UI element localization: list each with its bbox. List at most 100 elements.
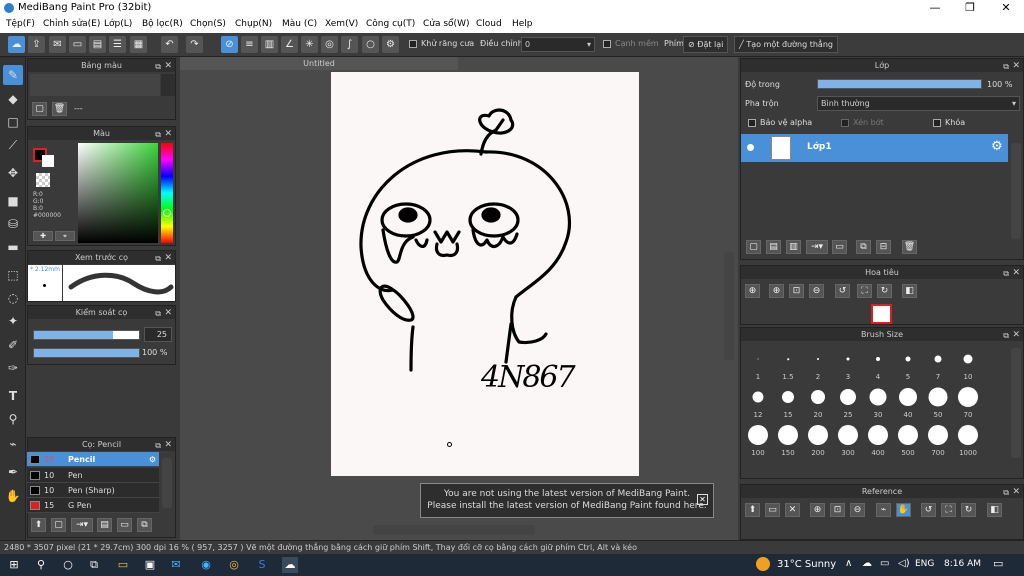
close-icon[interactable]: ✕ [1012, 329, 1020, 342]
file-explorer-icon[interactable]: ▭ [115, 557, 131, 573]
duplicate-icon[interactable]: ⧉ [137, 518, 152, 532]
grid-snap-icon[interactable]: ▥ [261, 36, 278, 53]
menu-window[interactable]: Cửa sổ(W) [423, 19, 469, 29]
flip-icon[interactable]: ◧ [987, 503, 1002, 517]
open-reference-icon[interactable]: ▭ [765, 503, 780, 517]
popout-icon[interactable]: ⧉ [155, 439, 161, 452]
close-icon[interactable]: ✕ [164, 252, 172, 265]
duplicate-layer-icon[interactable]: ⧉ [856, 240, 871, 254]
close-icon[interactable]: ✕ [1012, 267, 1020, 280]
brush-size-option[interactable]: 40 [893, 383, 923, 419]
document-tab[interactable]: Untitled [180, 57, 458, 70]
menu-edit[interactable]: Chỉnh sửa(E) [43, 19, 100, 29]
eyedropper-tool-icon[interactable]: ⌁ [3, 434, 23, 454]
color-tool-icon[interactable]: ⌖ [55, 231, 75, 241]
edge-icon[interactable]: ◉ [198, 557, 214, 573]
minimize-button[interactable]: — [918, 0, 952, 17]
add-brush-icon[interactable]: ⬆ [31, 518, 46, 532]
transparent-color-swatch[interactable] [36, 173, 50, 187]
fill-rect-tool-icon[interactable]: ■ [3, 191, 23, 211]
add-color-icon[interactable]: ✚ [33, 231, 53, 241]
gradient-tool-icon[interactable]: ▬ [3, 237, 23, 257]
new-halftone-layer-icon[interactable]: ▤ [766, 240, 781, 254]
cloud-icon[interactable]: ☁ [8, 36, 25, 53]
brush-size-option[interactable]: 20 [803, 383, 833, 419]
brush-tool-icon[interactable]: ✎ [3, 65, 23, 85]
redo-icon[interactable]: ↷ [186, 36, 203, 53]
popout-icon[interactable]: ⧉ [155, 128, 161, 141]
search-icon[interactable]: ⚲ [33, 557, 49, 573]
delete-palette-icon[interactable]: 🗑 [52, 102, 67, 116]
brush-size-option[interactable]: 3 [833, 345, 863, 381]
close-icon[interactable]: ✕ [164, 439, 172, 452]
menu-file[interactable]: Tệp(F) [6, 19, 35, 29]
cortana-icon[interactable]: ○ [60, 557, 76, 573]
hue-handle[interactable] [163, 209, 171, 217]
hue-slider[interactable] [161, 143, 173, 243]
document-icon[interactable]: ▤ [89, 36, 106, 53]
brush-size-option[interactable]: 70 [953, 383, 983, 419]
select-pen-tool-icon[interactable]: ✐ [3, 335, 23, 355]
brush-size-option[interactable]: 150 [773, 421, 803, 457]
brush-size-input[interactable]: 25 [144, 327, 172, 342]
zoom-out-icon[interactable]: ⊖ [809, 284, 824, 298]
gear-icon[interactable]: ⚙ [991, 139, 1003, 154]
brush-item-g-pen[interactable]: 15 G Pen [27, 498, 159, 513]
brush-size-scrollbar[interactable] [1011, 348, 1021, 458]
brush-size-option[interactable]: 1.5 [773, 345, 803, 381]
lock-checkbox[interactable] [933, 119, 941, 127]
undo-icon[interactable]: ↶ [161, 36, 178, 53]
line-tool-icon[interactable]: ⟋ [3, 135, 23, 155]
language-indicator[interactable]: ENG [915, 559, 934, 569]
zoom-out-icon[interactable]: ⊖ [850, 503, 865, 517]
clipping-checkbox[interactable] [841, 119, 849, 127]
merge-layer-icon[interactable]: ⊟ [876, 240, 891, 254]
brush-size-option[interactable]: 15 [773, 383, 803, 419]
straight-line-button[interactable]: ╱ Tạo một đường thẳng [734, 36, 838, 53]
brush-opacity-slider[interactable] [33, 348, 140, 358]
select-tool-icon[interactable]: ⬚ [3, 265, 23, 285]
palette-item[interactable]: --- [74, 104, 83, 113]
weather-text[interactable]: 31°C Sunny [777, 559, 836, 570]
windows-start-icon[interactable]: ⊞ [6, 557, 22, 573]
rotate-right-icon[interactable]: ↻ [961, 503, 976, 517]
blend-select[interactable]: Bình thường ▾ [817, 96, 1020, 111]
volume-icon[interactable]: ◁) [898, 558, 910, 569]
soft-edge-checkbox[interactable] [603, 40, 611, 48]
close-button[interactable]: ✕ [989, 0, 1023, 17]
palette-swatches[interactable] [30, 74, 160, 96]
brush-size-option[interactable]: 7 [923, 345, 953, 381]
menu-help[interactable]: Help [512, 19, 533, 29]
close-icon[interactable]: ✕ [1012, 60, 1020, 73]
network-icon[interactable]: ▭ [880, 558, 889, 569]
brush-size-option[interactable]: 1 [743, 345, 773, 381]
layer-scrollbar[interactable] [1011, 143, 1021, 239]
protect-alpha-checkbox[interactable] [748, 119, 756, 127]
close-icon[interactable]: ✕ [1012, 486, 1020, 499]
popout-icon[interactable]: ⧉ [155, 60, 161, 73]
new-layer-icon[interactable]: ▢ [746, 240, 761, 254]
parallel-snap-icon[interactable]: ≡ [241, 36, 258, 53]
rotate-left-icon[interactable]: ↺ [921, 503, 936, 517]
bucket-tool-icon[interactable]: ⛁ [3, 214, 23, 234]
task-view-icon[interactable]: ⧉ [86, 557, 102, 573]
medibang-taskbar-icon[interactable]: ☁ [282, 557, 298, 573]
brush-size-option[interactable]: 1000 [953, 421, 983, 457]
secondary-color-swatch[interactable] [42, 155, 54, 167]
brush-item-pen[interactable]: 10 Pen [27, 468, 159, 483]
saturation-value-picker[interactable] [78, 143, 158, 243]
new-8bit-layer-icon[interactable]: ▥ [786, 240, 801, 254]
layer-row[interactable]: Lớp1 ⚙ [741, 134, 1008, 162]
new-brush-icon[interactable]: ▢ [51, 518, 66, 532]
popout-icon[interactable]: ⧉ [1003, 60, 1009, 73]
layer-menu-icon[interactable]: ⇥▾ [806, 240, 828, 254]
brush-size-option[interactable]: 2 [803, 345, 833, 381]
brush-size-option[interactable]: 100 [743, 421, 773, 457]
angle-snap-icon[interactable]: ∠ [281, 36, 298, 53]
hand-tool-icon[interactable]: ✋ [3, 486, 23, 506]
brush-size-option[interactable]: 50 [923, 383, 953, 419]
canvas-vertical-scrollbar[interactable] [724, 252, 734, 360]
hand-icon[interactable]: ✋ [896, 503, 911, 517]
add-reference-icon[interactable]: ⬆ [745, 503, 760, 517]
close-reference-icon[interactable]: ✕ [785, 503, 800, 517]
